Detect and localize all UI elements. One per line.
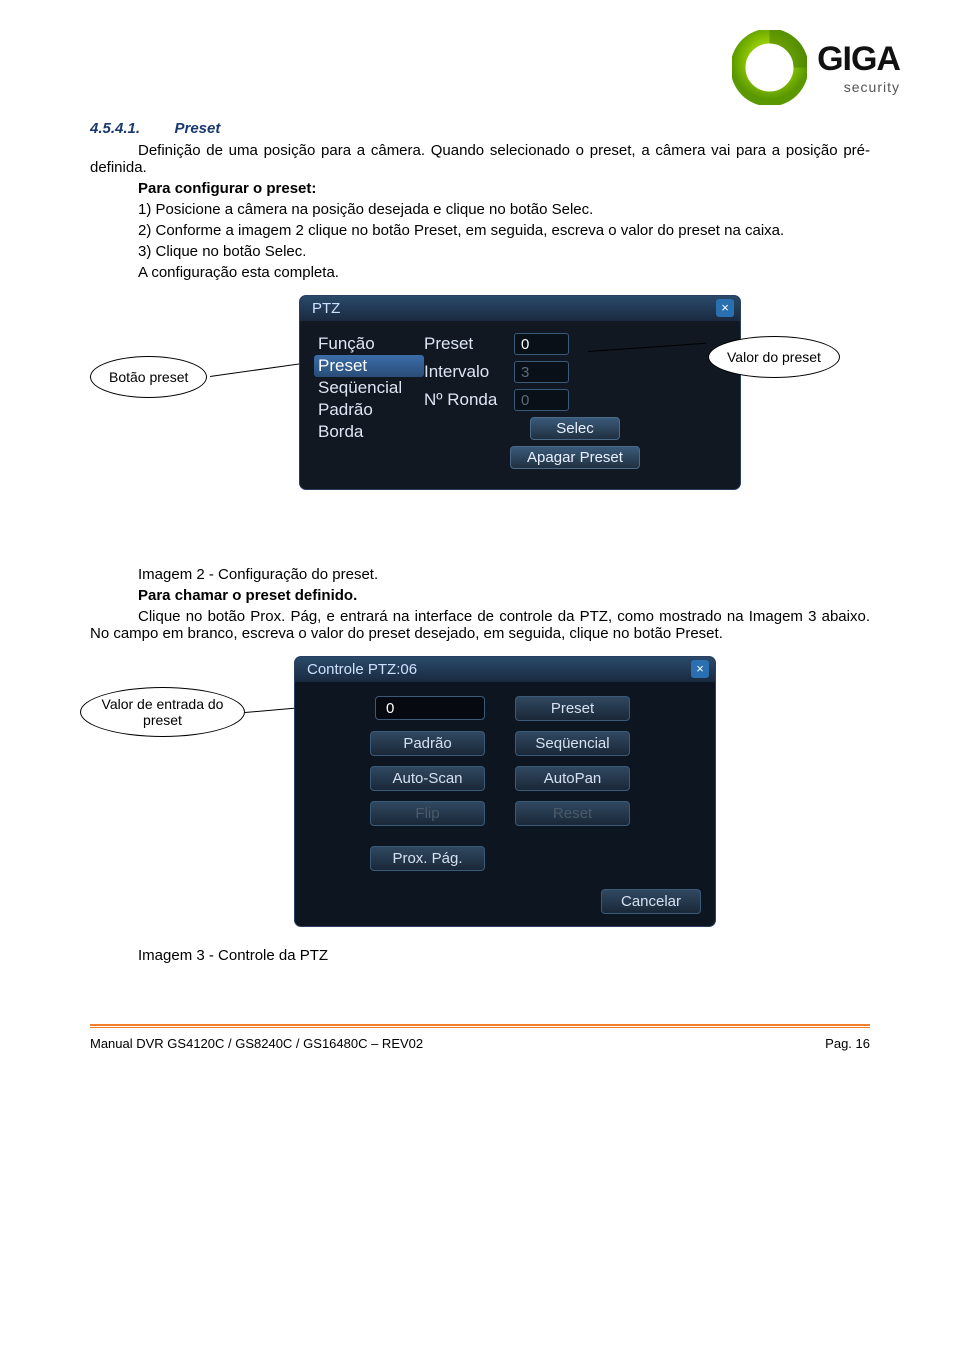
brand-logo: GIGA security: [732, 30, 900, 105]
dialog-title: Controle PTZ:06: [307, 661, 417, 678]
page-footer: Manual DVR GS4120C / GS8240C / GS16480C …: [90, 1036, 870, 1051]
sequencial-button[interactable]: Seqüencial: [515, 731, 630, 756]
padrao-button[interactable]: Padrão: [370, 731, 485, 756]
autoscan-button[interactable]: Auto-Scan: [370, 766, 485, 791]
flip-button[interactable]: Flip: [370, 801, 485, 826]
ronda-input[interactable]: [514, 389, 569, 411]
section-number: 4.5.4.1.: [90, 120, 140, 137]
logo-ring-icon: [732, 30, 807, 105]
caption: Imagem 3 - Controle da PTZ: [138, 947, 870, 964]
autopan-button[interactable]: AutoPan: [515, 766, 630, 791]
section-title: Preset: [175, 120, 221, 137]
reset-button[interactable]: Reset: [515, 801, 630, 826]
preset-button[interactable]: Preset: [515, 696, 630, 721]
intervalo-input[interactable]: [514, 361, 569, 383]
dialog-title-bar: PTZ ×: [300, 296, 740, 321]
step: A configuração esta completa.: [138, 264, 870, 281]
step: 1) Posicione a câmera na posição desejad…: [138, 201, 870, 218]
paragraph-bold: Para chamar o preset definido.: [138, 587, 870, 604]
footer-divider: [90, 1024, 870, 1028]
field-label: Preset: [424, 334, 514, 354]
step: 2) Conforme a imagem 2 clique no botão P…: [90, 222, 870, 239]
proxpag-button[interactable]: Prox. Pág.: [370, 846, 485, 871]
footer-right: Pag. 16: [825, 1036, 870, 1051]
cancelar-button[interactable]: Cancelar: [601, 889, 701, 914]
logo-sub-text: security: [817, 79, 900, 95]
apagar-preset-button[interactable]: Apagar Preset: [510, 446, 640, 469]
step: 3) Clique no botão Selec.: [138, 243, 870, 260]
preset-input[interactable]: [514, 333, 569, 355]
callout-valor-preset: Valor do preset: [708, 336, 840, 378]
callout-valor-entrada: Valor de entrada do preset: [80, 687, 245, 737]
list-item[interactable]: Função: [314, 333, 424, 355]
list-item[interactable]: Padrão: [314, 399, 424, 421]
logo-brand-text: GIGA: [817, 40, 900, 79]
paragraph-bold: Para configurar o preset:: [138, 180, 870, 197]
field-label: Nº Ronda: [424, 390, 514, 410]
callout-botao-preset: Botão preset: [90, 356, 207, 398]
list-item[interactable]: Borda: [314, 421, 424, 443]
function-list: Função Preset Seqüencial Padrão Borda: [314, 333, 424, 469]
list-item[interactable]: Seqüencial: [314, 377, 424, 399]
callout-line2: preset: [89, 712, 236, 728]
paragraph: Clique no botão Prox. Pág, e entrará na …: [90, 608, 870, 642]
dialog-title-bar: Controle PTZ:06 ×: [295, 657, 715, 682]
callout-line1: Valor de entrada do: [89, 696, 236, 712]
caption: Imagem 2 - Configuração do preset.: [138, 566, 870, 583]
paragraph: Definição de uma posição para a câmera. …: [90, 142, 870, 176]
dialog-title: PTZ: [312, 300, 340, 317]
list-item-selected[interactable]: Preset: [314, 355, 424, 377]
preset-value-input[interactable]: [375, 696, 485, 720]
close-icon[interactable]: ×: [691, 660, 709, 678]
footer-left: Manual DVR GS4120C / GS8240C / GS16480C …: [90, 1036, 423, 1051]
ptz-dialog: PTZ × Função Preset Seqüencial Padrão Bo…: [300, 296, 740, 489]
field-label: Intervalo: [424, 362, 514, 382]
ptz-control-dialog: Controle PTZ:06 × Preset Padrão Seqüenci…: [295, 657, 715, 926]
selec-button[interactable]: Selec: [530, 417, 620, 440]
close-icon[interactable]: ×: [716, 299, 734, 317]
